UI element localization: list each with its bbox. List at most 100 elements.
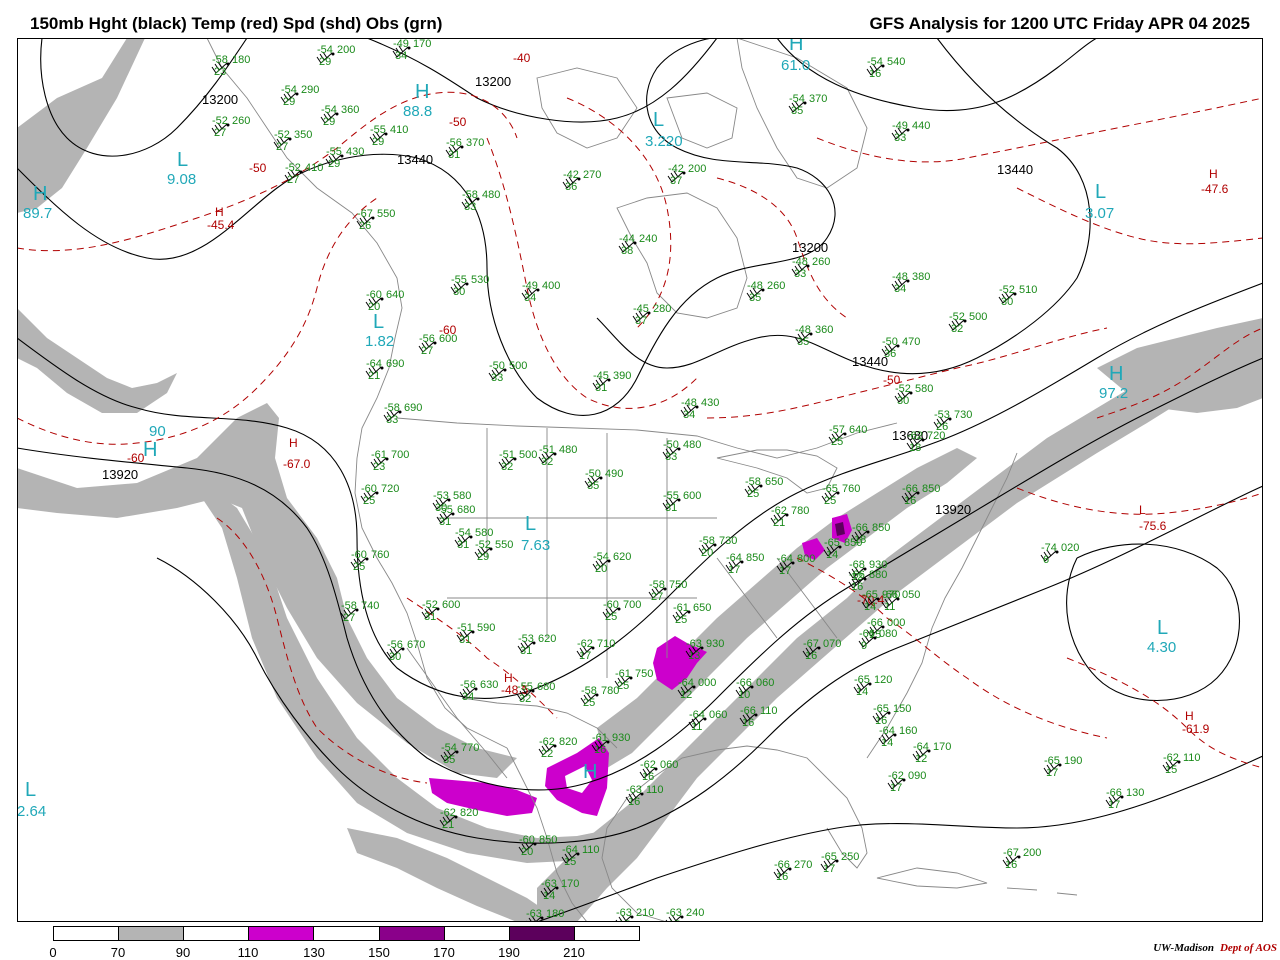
- obs-dewpoint-depression: 14: [856, 686, 868, 698]
- low-center-letter: L: [373, 311, 384, 333]
- obs-dewpoint-depression: 20: [701, 547, 713, 559]
- obs-dewpoint-depression: 25: [583, 697, 595, 709]
- obs-dewpoint-depression: 23: [373, 461, 385, 473]
- obs-height: 720: [927, 430, 945, 442]
- obs-dewpoint-depression: 27: [276, 141, 288, 153]
- obs-temperature: -62: [907, 430, 923, 442]
- obs-dewpoint-depression: 31: [459, 634, 471, 646]
- obs-temperature: -44: [619, 233, 635, 245]
- obs-temperature: -65: [822, 483, 838, 495]
- obs-dewpoint-depression: 34: [683, 409, 695, 421]
- obs-height: 270: [583, 169, 601, 181]
- obs-height: 690: [386, 358, 404, 370]
- temp-label: -45.4: [207, 218, 235, 232]
- obs-temperature: -61: [673, 602, 689, 614]
- obs-temperature: -48: [681, 397, 697, 409]
- obs-temperature: -52: [475, 539, 491, 551]
- obs-temperature: -45: [633, 303, 649, 315]
- obs-height: 050: [902, 589, 920, 601]
- obs-dewpoint-depression: 33: [894, 132, 906, 144]
- obs-height: 070: [823, 638, 841, 650]
- obs-temperature: -64: [562, 844, 578, 856]
- obs-dewpoint-depression: 17: [823, 863, 835, 875]
- obs-dewpoint-depression: 30: [1001, 296, 1013, 308]
- obs-temperature: -55: [517, 681, 533, 693]
- obs-dewpoint-depression: 29: [323, 116, 335, 128]
- obs-height: 850: [922, 483, 940, 495]
- obs-height: 780: [791, 505, 809, 517]
- obs-temperature: -49: [892, 120, 908, 132]
- obs-height: 480: [683, 439, 701, 451]
- obs-dewpoint-depression: 31: [439, 516, 451, 528]
- obs-height: 590: [477, 622, 495, 634]
- credit-dept: Dept of AOS: [1219, 942, 1277, 954]
- obs-temperature: -52: [949, 311, 965, 323]
- obs-dewpoint-depression: 10: [738, 689, 750, 701]
- obs-dewpoint-depression: 33: [491, 372, 503, 384]
- obs-dewpoint-depression: 32: [519, 693, 531, 705]
- obs-height: 630: [480, 679, 498, 691]
- obs-temperature: -66: [736, 677, 752, 689]
- obs-dewpoint-depression: 32: [501, 461, 513, 473]
- obs-temperature: -67: [357, 208, 373, 220]
- obs-temperature: -50: [882, 336, 898, 348]
- low-center-letter: L: [1095, 181, 1106, 203]
- obs-dewpoint-depression: 29: [477, 551, 489, 563]
- obs-dewpoint-depression: 25: [363, 495, 375, 507]
- high-center-value: 61.0: [781, 57, 810, 74]
- obs-height: 380: [912, 271, 930, 283]
- obs-dewpoint-depression: 6: [1043, 554, 1049, 566]
- obs-temperature: -63: [541, 878, 557, 890]
- obs-temperature: -52: [212, 115, 228, 127]
- obs-temperature: -62: [1163, 752, 1179, 764]
- legend-swatch: [314, 927, 380, 940]
- legend-swatch: [574, 927, 639, 940]
- obs-temperature: -55: [370, 124, 386, 136]
- obs-height: 730: [954, 409, 972, 421]
- obs-dewpoint-depression: 20: [368, 301, 380, 313]
- low-center-value: 7.63: [521, 537, 550, 554]
- obs-temperature: -52: [274, 129, 290, 141]
- obs-height: 440: [912, 120, 930, 132]
- obs-height: 500: [519, 449, 537, 461]
- obs-temperature: -63: [616, 907, 632, 919]
- obs-dewpoint-depression: 31: [595, 382, 607, 394]
- obs-temperature: -48: [792, 256, 808, 268]
- obs-dewpoint-depression: 27: [287, 174, 299, 186]
- obs-height: 680: [537, 681, 555, 693]
- obs-height: 110: [582, 844, 600, 856]
- obs-height: 390: [613, 370, 631, 382]
- obs-temperature: -55: [326, 146, 342, 158]
- obs-dewpoint-depression: 9: [861, 640, 867, 652]
- obs-temperature: -54: [867, 56, 883, 68]
- obs-dewpoint-depression: 13: [688, 650, 700, 662]
- legend-swatch: [379, 927, 445, 940]
- obs-temperature: -57: [829, 424, 845, 436]
- obs-dewpoint-depression: 14: [826, 549, 838, 561]
- obs-height: 110: [1183, 752, 1201, 764]
- low-center-value: 9.08: [167, 171, 196, 188]
- obs-height: 550: [495, 539, 513, 551]
- obs-temperature: -64: [366, 358, 382, 370]
- obs-dewpoint-depression: 31: [448, 149, 460, 161]
- obs-dewpoint-depression: 34: [894, 283, 906, 295]
- obs-temperature: -54: [441, 742, 457, 754]
- obs-dewpoint-depression: 16: [1005, 859, 1017, 871]
- obs-height: 060: [709, 709, 727, 721]
- obs-height: 250: [841, 851, 859, 863]
- obs-temperature: -49: [522, 280, 538, 292]
- obs-temperature: -66: [1106, 787, 1122, 799]
- obs-temperature: -58: [745, 476, 761, 488]
- temp-label: -67.0: [283, 457, 311, 471]
- obs-height: 770: [461, 742, 479, 754]
- obs-dewpoint-depression: 37: [635, 315, 647, 327]
- obs-height: 270: [794, 859, 812, 871]
- high-center-letter: H: [583, 761, 597, 783]
- obs-height: 820: [559, 736, 577, 748]
- obs-dewpoint-depression: 16: [742, 717, 754, 729]
- obs-height: 880: [869, 569, 887, 581]
- obs-dewpoint-depression: 21: [368, 370, 380, 382]
- obs-dewpoint-depression: 25: [353, 561, 365, 573]
- obs-dewpoint-depression: 16: [904, 495, 916, 507]
- obs-temperature: -49: [393, 38, 409, 50]
